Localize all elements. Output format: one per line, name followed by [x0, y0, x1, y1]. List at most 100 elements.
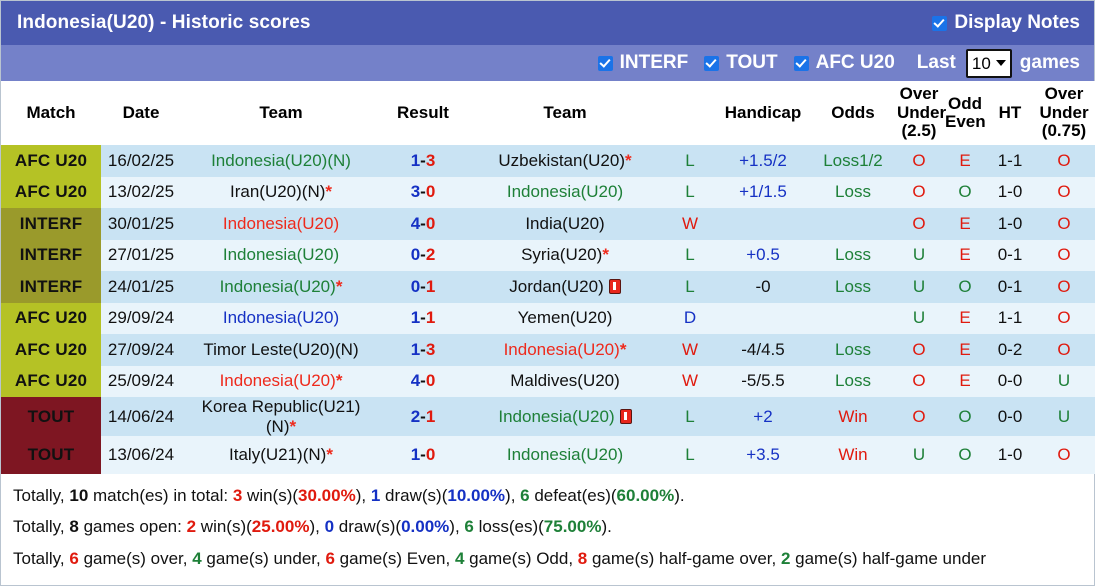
away-team[interactable]: Indonesia(U20) [465, 176, 665, 208]
filter-afc-u20[interactable]: AFC U20 [793, 52, 895, 74]
competition-badge[interactable]: INTERF [1, 239, 101, 271]
last-label: Last [916, 52, 956, 73]
competition-badge[interactable]: TOUT [1, 397, 101, 437]
s2-t0: Totally, [13, 517, 70, 537]
home-team[interactable]: Indonesia(U20)* [181, 365, 381, 397]
match-date: 13/06/24 [101, 436, 181, 475]
competition-badge[interactable]: AFC U20 [1, 334, 101, 366]
s2-wins: 2 [186, 517, 197, 537]
interf-checkbox[interactable] [597, 55, 613, 71]
odd-even: E [943, 302, 987, 334]
s1-total-matches: 10 [69, 486, 89, 506]
away-team[interactable]: Jordan(U20) [465, 271, 665, 303]
over-under-25: U [895, 302, 943, 334]
match-date: 14/06/24 [101, 397, 181, 437]
ou25-line1: Over [899, 84, 939, 104]
match-outcome: L [665, 145, 715, 177]
s1-t7: ). [674, 486, 685, 506]
over-under-25: U [895, 436, 943, 475]
match-score[interactable]: 0-2 [381, 239, 465, 271]
s2-draw-pct: 0.00% [401, 517, 450, 537]
odds-result: Loss [811, 176, 895, 208]
summary-section: Totally, 10 match(es) in total: 3 win(s)… [1, 474, 1094, 574]
competition-badge[interactable]: INTERF [1, 271, 101, 303]
games-count-select[interactable]: 10 [965, 48, 1012, 78]
away-star-icon: * [619, 339, 627, 359]
competition-badge[interactable]: AFC U20 [1, 365, 101, 397]
filter-tout[interactable]: TOUT [704, 52, 778, 74]
handicap-value: +1/1.5 [715, 176, 811, 208]
home-team[interactable]: Italy(U21)(N)* [181, 436, 381, 475]
competition-badge[interactable]: AFC U20 [1, 176, 101, 208]
table-row[interactable]: INTERF 24/01/25 Indonesia(U20)* 0-1 Jordan(U… [1, 271, 1095, 303]
display-notes-toggle[interactable]: Display Notes [932, 12, 1080, 34]
match-score[interactable]: 0-1 [381, 271, 465, 303]
home-team[interactable]: Indonesia(U20) [181, 208, 381, 240]
home-star-icon: * [335, 371, 343, 391]
home-team[interactable]: Indonesia(U20)* [181, 271, 381, 303]
over-under-25: O [895, 334, 943, 366]
filter-interf[interactable]: INTERF [597, 52, 688, 74]
s2-draws: 0 [324, 517, 335, 537]
odd-even: O [943, 397, 987, 437]
match-score[interactable]: 1-1 [381, 302, 465, 334]
col-handicap: Handicap [715, 81, 811, 145]
display-notes-checkbox[interactable] [932, 15, 948, 31]
col-over-under-25: Over Under (2.5) [895, 81, 947, 145]
handicap-value: -0 [715, 271, 811, 303]
table-row[interactable]: AFC U20 27/09/24 Timor Leste(U20)(N) 1-3 Ind… [1, 334, 1095, 366]
match-outcome: L [665, 239, 715, 271]
home-team[interactable]: Indonesia(U20) [181, 302, 381, 334]
away-team[interactable]: Indonesia(U20) [465, 397, 665, 437]
match-score[interactable]: 4-0 [381, 365, 465, 397]
ou075-line3: (0.75) [1041, 121, 1087, 141]
table-row[interactable]: AFC U20 16/02/25 Indonesia(U20)(N) 1-3 Uzbek… [1, 145, 1095, 177]
table-row[interactable]: AFC U20 25/09/24 Indonesia(U20)* 4-0 Maldive… [1, 365, 1095, 397]
match-score[interactable]: 1-3 [381, 334, 465, 366]
table-row[interactable]: INTERF 30/01/25 Indonesia(U20) 4-0 India(U20… [1, 208, 1095, 240]
competition-badge[interactable]: AFC U20 [1, 302, 101, 334]
table-header-row: Match Date Team Result Team Handicap Odd… [1, 81, 1095, 145]
table-row[interactable]: AFC U20 13/02/25 Iran(U20)(N)* 3-0 Indonesia… [1, 176, 1095, 208]
match-score[interactable]: 2-1 [381, 397, 465, 437]
over-under-25: U [895, 271, 943, 303]
away-star-icon: * [624, 150, 632, 170]
ou25-line3: (2.5) [901, 121, 937, 141]
match-score[interactable]: 4-0 [381, 208, 465, 240]
match-score[interactable]: 3-0 [381, 176, 465, 208]
home-team[interactable]: Indonesia(U20) [181, 239, 381, 271]
away-team[interactable]: Indonesia(U20)* [465, 334, 665, 366]
competition-badge[interactable]: AFC U20 [1, 145, 101, 177]
col-result: Result [381, 81, 465, 145]
away-team[interactable]: Indonesia(U20) [465, 436, 665, 475]
away-team[interactable]: India(U20) [465, 208, 665, 240]
s3-t0: Totally, [13, 548, 70, 568]
table-row[interactable]: INTERF 27/01/25 Indonesia(U20) 0-2 Syria(U20… [1, 239, 1095, 271]
s1-wins: 3 [232, 486, 243, 506]
odds-result: Loss [811, 239, 895, 271]
half-time-score: 0-1 [987, 271, 1033, 303]
competition-badge[interactable]: TOUT [1, 436, 101, 475]
home-team[interactable]: Korea Republic(U21) (N)* [181, 397, 381, 437]
competition-badge[interactable]: INTERF [1, 208, 101, 240]
home-team[interactable]: Timor Leste(U20)(N) [181, 334, 381, 366]
match-score[interactable]: 1-0 [381, 436, 465, 475]
afc-u20-checkbox[interactable] [793, 55, 809, 71]
away-team[interactable]: Syria(U20)* [465, 239, 665, 271]
home-team[interactable]: Indonesia(U20)(N) [181, 145, 381, 177]
home-team[interactable]: Iran(U20)(N)* [181, 176, 381, 208]
table-row[interactable]: TOUT 13/06/24 Italy(U21)(N)* 1-0 Indonesia(U… [1, 436, 1095, 475]
afc-u20-label: AFC U20 [815, 52, 895, 73]
s2-t2: win(s)( [196, 517, 252, 537]
match-score[interactable]: 1-3 [381, 145, 465, 177]
tout-checkbox[interactable] [704, 55, 720, 71]
away-team[interactable]: Uzbekistan(U20)* [465, 145, 665, 177]
away-team[interactable]: Maldives(U20) [465, 365, 665, 397]
over-under-25: O [895, 365, 943, 397]
table-row[interactable]: TOUT 14/06/24 Korea Republic(U21) (N)* 2-1 In… [1, 397, 1095, 437]
page-title: Indonesia(U20) - Historic scores [17, 12, 311, 33]
red-card-icon [608, 278, 621, 294]
away-team[interactable]: Yemen(U20) [465, 302, 665, 334]
table-row[interactable]: AFC U20 29/09/24 Indonesia(U20) 1-1 Yemen(U2… [1, 302, 1095, 334]
ou25-line2: Under [897, 102, 947, 122]
